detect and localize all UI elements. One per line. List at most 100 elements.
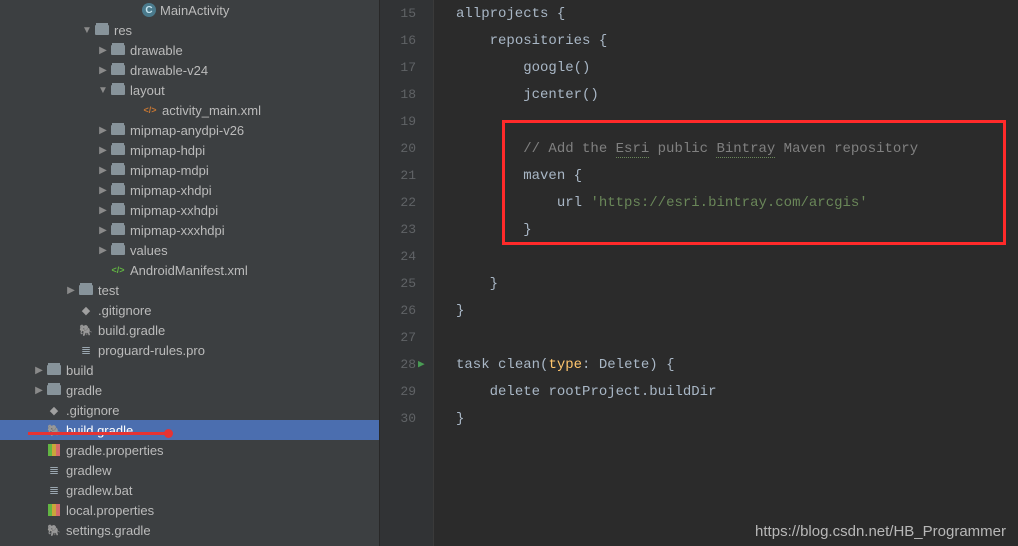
tree-item-build-gradle[interactable]: build.gradle (0, 320, 379, 340)
expand-caret-icon[interactable] (66, 285, 76, 296)
tree-item-mipmap-hdpi[interactable]: mipmap-hdpi (0, 140, 379, 160)
code-text[interactable]: repositories { (434, 33, 607, 49)
code-line[interactable]: 15allprojects { (380, 0, 1018, 27)
tree-item--gitignore[interactable]: .gitignore (0, 400, 379, 420)
prop-icon (46, 502, 62, 518)
tree-item-label: MainActivity (160, 3, 229, 18)
tree-item--gitignore[interactable]: .gitignore (0, 300, 379, 320)
code-text[interactable]: delete rootProject.buildDir (434, 384, 716, 400)
tree-item-label: .gitignore (66, 403, 119, 418)
tree-item-label: drawable (130, 43, 183, 58)
tree-item-label: gradle.properties (66, 443, 164, 458)
expand-caret-icon[interactable] (98, 165, 108, 176)
line-number: 28▶ (380, 357, 434, 372)
tree-item-layout[interactable]: layout (0, 80, 379, 100)
tree-item-mipmap-xxhdpi[interactable]: mipmap-xxhdpi (0, 200, 379, 220)
run-gutter-icon[interactable]: ▶ (418, 357, 425, 371)
code-line[interactable]: 26} (380, 297, 1018, 324)
code-line[interactable]: 21 maven { (380, 162, 1018, 189)
code-line[interactable]: 24 (380, 243, 1018, 270)
project-tree[interactable]: C MainActivity res drawable drawable-v24 layo… (0, 0, 379, 540)
code-line[interactable]: 22 url 'https://esri.bintray.com/arcgis' (380, 189, 1018, 216)
folder-icon (110, 42, 126, 58)
code-line[interactable]: 27 (380, 324, 1018, 351)
code-editor[interactable]: 15allprojects {16 repositories {17 googl… (380, 0, 1018, 546)
line-number: 17 (380, 60, 434, 75)
tree-item-mipmap-xxxhdpi[interactable]: mipmap-xxxhdpi (0, 220, 379, 240)
tree-item-mipmap-xhdpi[interactable]: mipmap-xhdpi (0, 180, 379, 200)
tree-item-values[interactable]: values (0, 240, 379, 260)
expand-caret-icon[interactable] (98, 245, 108, 256)
class-icon: C (142, 3, 156, 17)
tree-item-gradlew-bat[interactable]: gradlew.bat (0, 480, 379, 500)
tree-item-label: mipmap-xhdpi (130, 183, 212, 198)
expand-caret-icon[interactable] (98, 185, 108, 196)
tree-item-res[interactable]: res (0, 20, 379, 40)
code-text[interactable]: allprojects { (434, 6, 565, 22)
tree-item-label: settings.gradle (66, 523, 151, 538)
code-text[interactable]: jcenter() (434, 87, 599, 103)
code-text[interactable]: } (434, 276, 498, 292)
tree-item-drawable-v24[interactable]: drawable-v24 (0, 60, 379, 80)
tree-item-androidmanifest-xml[interactable]: AndroidManifest.xml (0, 260, 379, 280)
tree-item-label: mipmap-mdpi (130, 163, 209, 178)
expand-caret-icon[interactable] (98, 125, 108, 136)
code-line[interactable]: 20 // Add the Esri public Bintray Maven … (380, 135, 1018, 162)
tree-item-label: build.gradle (66, 423, 133, 438)
line-number: 20 (380, 141, 434, 156)
code-line[interactable]: 23 } (380, 216, 1018, 243)
tree-item-gradlew[interactable]: gradlew (0, 460, 379, 480)
code-line[interactable]: 30} (380, 405, 1018, 432)
tree-item-test[interactable]: test (0, 280, 379, 300)
tree-item-label: build (66, 363, 93, 378)
code-line[interactable]: 29 delete rootProject.buildDir (380, 378, 1018, 405)
line-number: 23 (380, 222, 434, 237)
code-line[interactable]: 28▶task clean(type: Delete) { (380, 351, 1018, 378)
code-line[interactable]: 18 jcenter() (380, 81, 1018, 108)
code-text[interactable]: } (434, 411, 464, 427)
expand-caret-icon[interactable] (82, 25, 92, 36)
tree-item-build-gradle[interactable]: build.gradle (0, 420, 379, 440)
expand-caret-icon[interactable] (34, 365, 44, 376)
code-text[interactable]: } (434, 222, 532, 238)
code-line[interactable]: 19 (380, 108, 1018, 135)
annotation-underline (28, 432, 166, 435)
expand-caret-icon[interactable] (34, 385, 44, 396)
expand-caret-icon[interactable] (98, 65, 108, 76)
folder-icon (110, 142, 126, 158)
code-line[interactable]: 25 } (380, 270, 1018, 297)
tree-item-build[interactable]: build (0, 360, 379, 380)
tree-item-activity-main-xml[interactable]: activity_main.xml (0, 100, 379, 120)
tree-item-label: layout (130, 83, 165, 98)
code-text[interactable]: task clean(type: Delete) { (434, 357, 675, 373)
code-text[interactable]: } (434, 303, 464, 319)
code-text[interactable]: maven { (434, 168, 582, 184)
code-line[interactable]: 16 repositories { (380, 27, 1018, 54)
annotation-dot (164, 429, 173, 438)
tree-item-proguard-rules-pro[interactable]: proguard-rules.pro (0, 340, 379, 360)
watermark-text: https://blog.csdn.net/HB_Programmer (755, 523, 1006, 540)
tree-item-gradle[interactable]: gradle (0, 380, 379, 400)
gradle-icon (46, 422, 62, 438)
line-number: 15 (380, 6, 434, 21)
code-line[interactable]: 17 google() (380, 54, 1018, 81)
tree-item-mipmap-anydpi-v26[interactable]: mipmap-anydpi-v26 (0, 120, 379, 140)
tree-item-gradle-properties[interactable]: gradle.properties (0, 440, 379, 460)
expand-caret-icon[interactable] (98, 225, 108, 236)
tree-item-settings-gradle[interactable]: settings.gradle (0, 520, 379, 540)
expand-caret-icon[interactable] (98, 145, 108, 156)
expand-caret-icon[interactable] (98, 45, 108, 56)
gradle-icon (46, 522, 62, 538)
code-text[interactable]: url 'https://esri.bintray.com/arcgis' (434, 195, 868, 211)
code-text[interactable]: google() (434, 60, 590, 76)
tree-item-label: gradlew.bat (66, 483, 133, 498)
code-text[interactable]: // Add the Esri public Bintray Maven rep… (434, 141, 918, 157)
expand-caret-icon[interactable] (98, 85, 108, 96)
expand-caret-icon[interactable] (98, 205, 108, 216)
tree-item-mainactivity[interactable]: C MainActivity (0, 0, 379, 20)
project-tree-panel: C MainActivity res drawable drawable-v24 layo… (0, 0, 380, 546)
tree-item-local-properties[interactable]: local.properties (0, 500, 379, 520)
tree-item-mipmap-mdpi[interactable]: mipmap-mdpi (0, 160, 379, 180)
tree-item-label: values (130, 243, 168, 258)
tree-item-drawable[interactable]: drawable (0, 40, 379, 60)
